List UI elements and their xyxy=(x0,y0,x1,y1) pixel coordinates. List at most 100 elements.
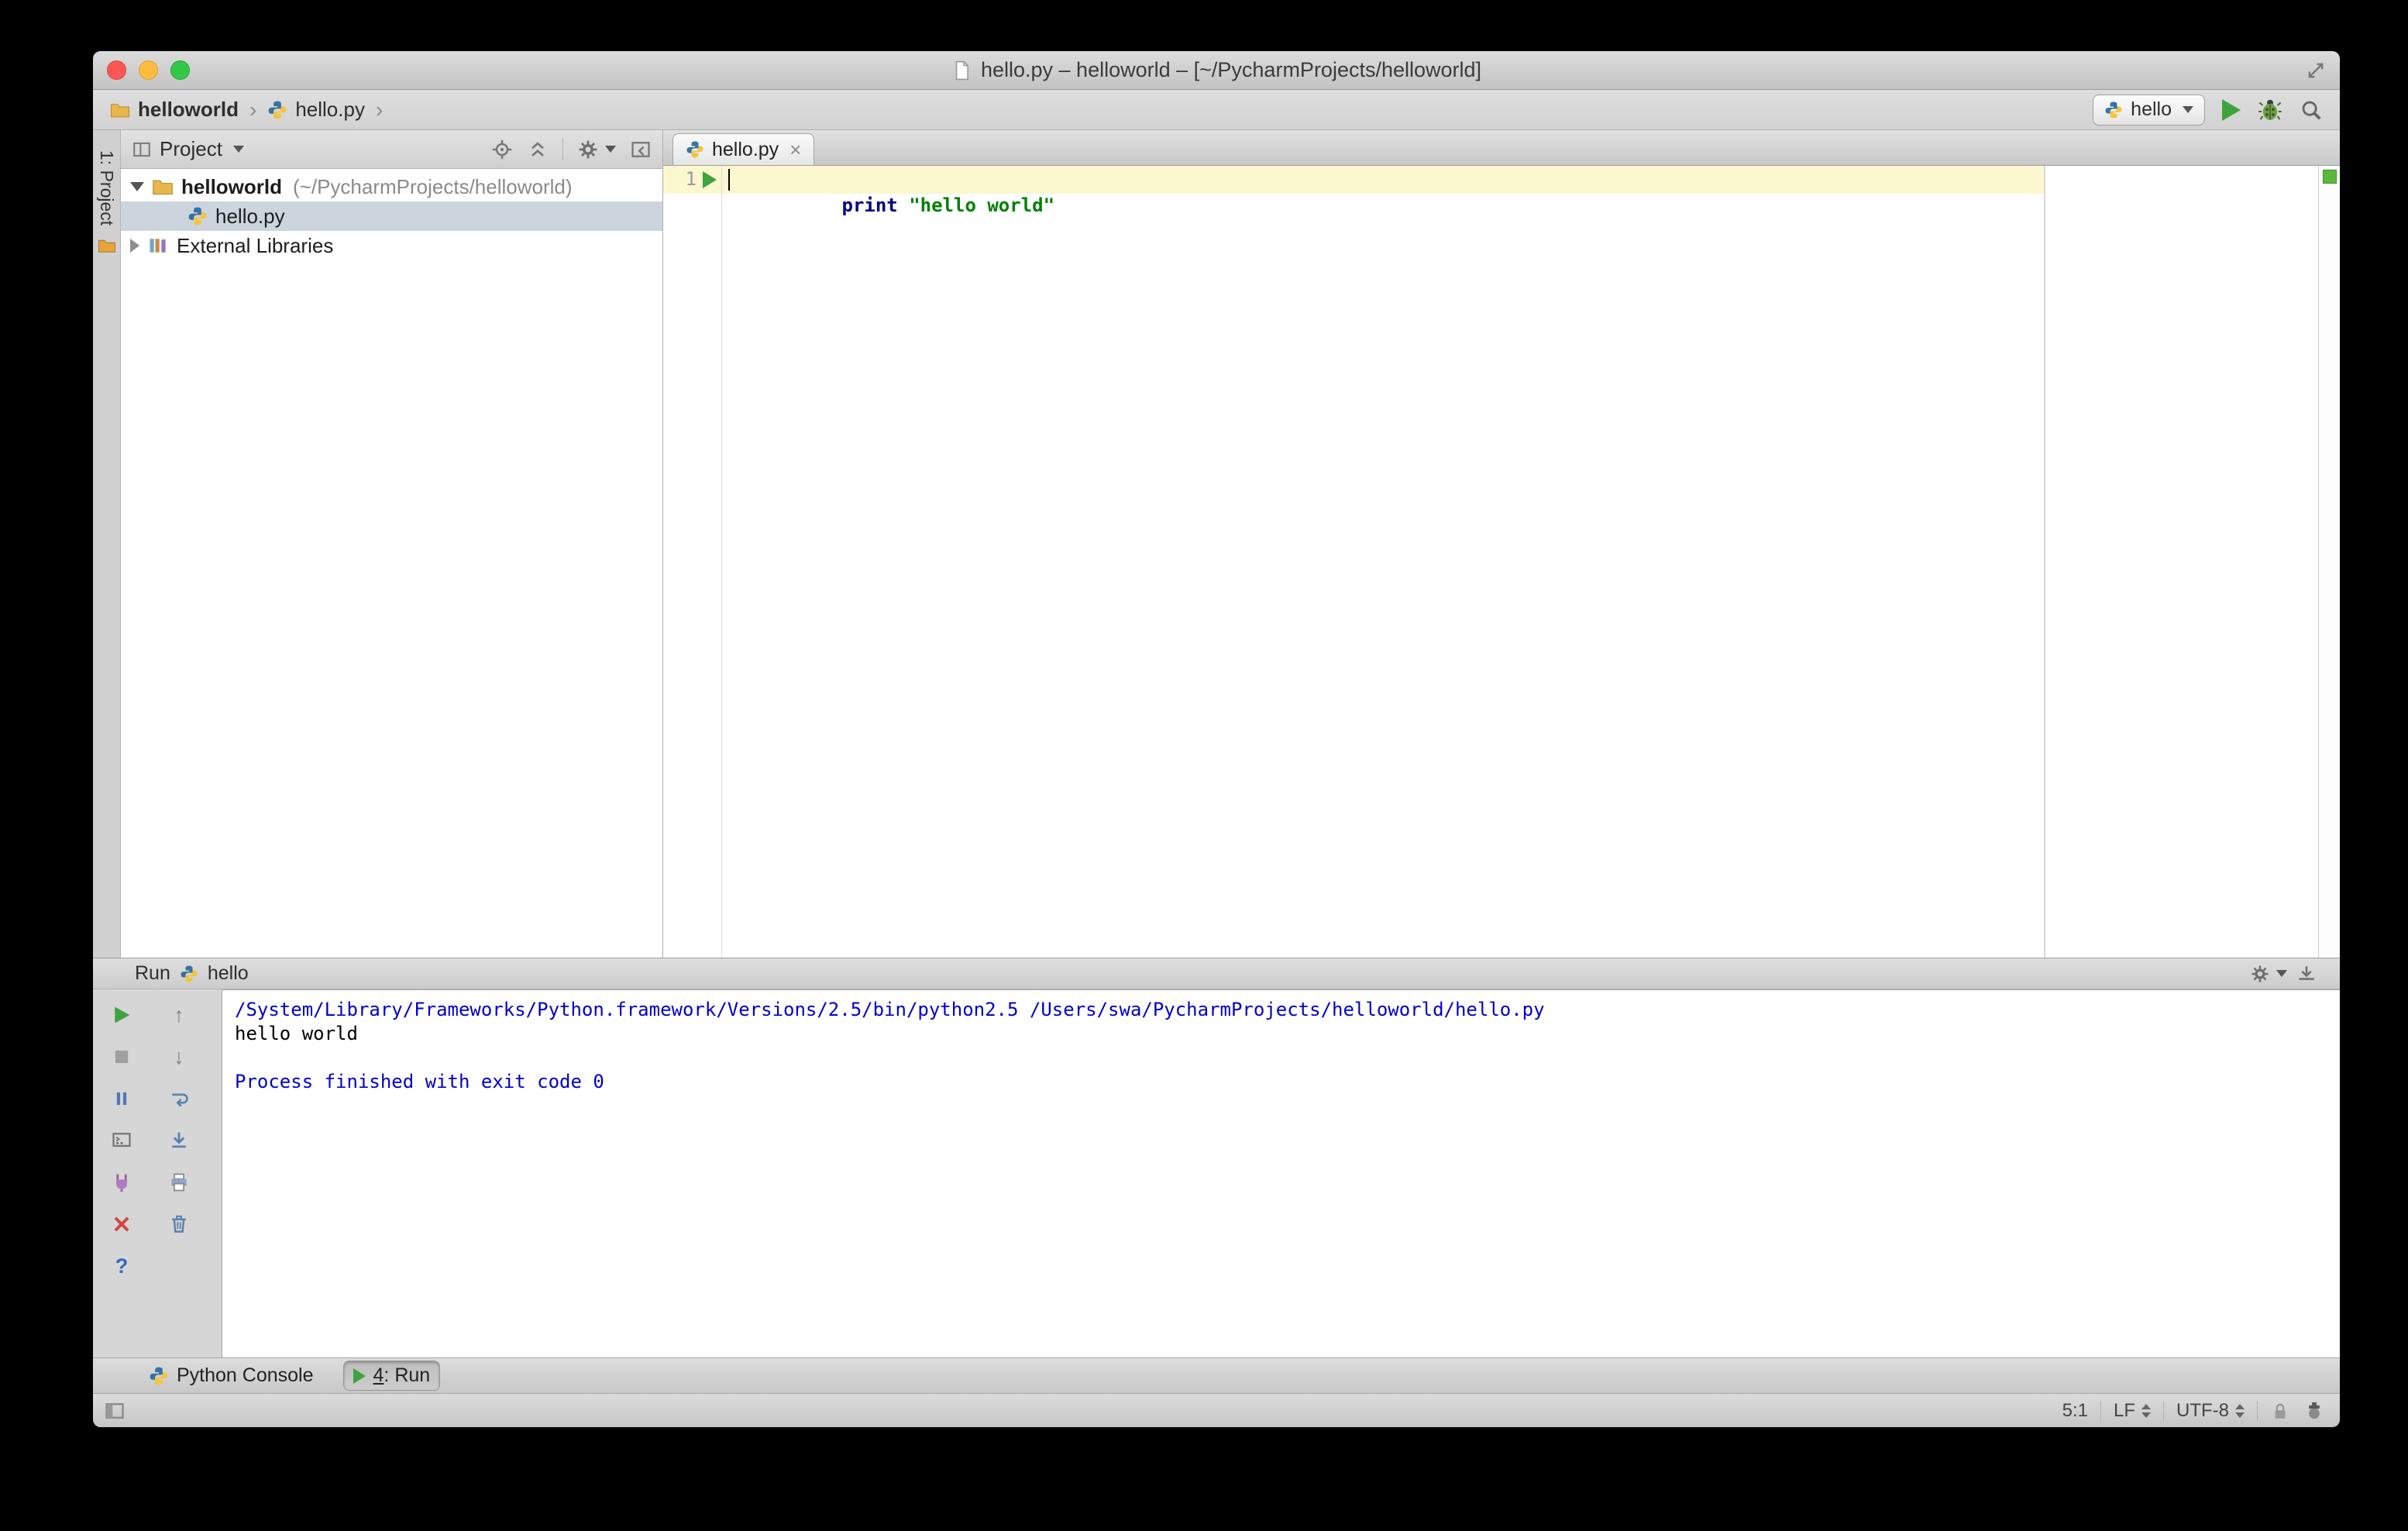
help-button[interactable]: ? xyxy=(108,1253,135,1279)
project-panel-header: Project xyxy=(121,130,662,169)
run-configuration-label: hello xyxy=(2131,98,2172,120)
close-tab-icon[interactable]: × xyxy=(789,138,801,162)
spinner-arrows-icon xyxy=(2235,1403,2245,1418)
chevron-down-icon xyxy=(2183,106,2193,113)
project-view-select[interactable]: Project xyxy=(160,137,222,161)
breadcrumb-file[interactable]: hello.py xyxy=(267,98,365,122)
debug-button[interactable] xyxy=(2258,98,2282,122)
collapse-all-button[interactable] xyxy=(527,139,549,160)
divider xyxy=(2257,1400,2258,1421)
show-command-line-button[interactable] xyxy=(108,1127,135,1154)
zoom-window-button[interactable] xyxy=(170,60,190,80)
lock-icon[interactable] xyxy=(2270,1401,2290,1421)
python-file-icon xyxy=(188,207,207,225)
chevron-right-icon: › xyxy=(375,97,384,122)
inspection-ok-indicator xyxy=(2322,170,2337,184)
locate-button[interactable] xyxy=(491,139,513,160)
python-console-button[interactable]: Python Console xyxy=(139,1361,323,1390)
run-configuration-select[interactable]: hello xyxy=(2093,94,2205,126)
chevron-down-icon xyxy=(232,146,244,153)
run-tab-mnemonic: 4 xyxy=(373,1364,384,1386)
code-keyword: print xyxy=(841,194,898,216)
folder-icon xyxy=(153,180,173,195)
chevron-down-icon xyxy=(605,146,616,153)
tool-window-toggle-button[interactable] xyxy=(104,1400,126,1422)
error-stripe[interactable] xyxy=(2318,166,2340,958)
divider xyxy=(562,138,563,160)
library-icon xyxy=(150,239,166,253)
rerun-button[interactable] xyxy=(108,1002,135,1028)
code-area[interactable]: print "hello world" xyxy=(722,166,2318,958)
window-title: hello.py – helloworld – [~/PycharmProjec… xyxy=(980,58,1482,81)
dock-panel-button[interactable] xyxy=(2296,964,2317,984)
project-tree: helloworld (~/PycharmProjects/helloworld… xyxy=(121,169,662,958)
close-button[interactable] xyxy=(108,1211,135,1237)
caret-position-widget[interactable]: 5:1 xyxy=(2062,1400,2088,1422)
hide-panel-button[interactable] xyxy=(630,139,652,160)
python-file-icon xyxy=(686,141,703,158)
settings-gear-icon[interactable] xyxy=(577,139,599,160)
line-separator-widget[interactable]: LF xyxy=(2114,1400,2151,1422)
console-line: /System/Library/Frameworks/Python.framew… xyxy=(235,999,1545,1020)
expand-arrow-icon[interactable] xyxy=(130,239,139,253)
scroll-to-end-button[interactable] xyxy=(166,1127,192,1154)
project-tool-window-icon[interactable] xyxy=(98,236,116,255)
python-icon xyxy=(150,1367,168,1385)
print-button[interactable] xyxy=(166,1169,192,1196)
editor-gutter: 1 xyxy=(663,166,722,958)
run-tab-label: : Run xyxy=(384,1364,431,1386)
attach-console-button[interactable] xyxy=(108,1169,135,1196)
search-everywhere-button[interactable] xyxy=(2300,98,2323,122)
minimize-window-button[interactable] xyxy=(139,60,158,80)
soft-wrap-button[interactable] xyxy=(166,1085,192,1112)
editor-tab-hello-py[interactable]: hello.py × xyxy=(673,133,815,165)
up-stack-trace-button[interactable]: ↑ xyxy=(166,1002,192,1028)
pause-output-button[interactable] xyxy=(108,1085,135,1112)
document-icon xyxy=(955,60,968,80)
tree-file-label: hello.py xyxy=(215,204,285,228)
main-area: 1: Project Project helloworld (~/Pycharm… xyxy=(93,130,2340,958)
console-line: Process finished with exit code 0 xyxy=(235,1071,604,1092)
tool-window-stripe: 1: Project xyxy=(93,130,121,958)
tree-libraries-label: External Libraries xyxy=(177,233,334,257)
run-button[interactable] xyxy=(2222,98,2241,121)
down-stack-trace-button[interactable]: ↓ xyxy=(166,1044,192,1070)
run-line-marker-icon[interactable] xyxy=(703,171,717,188)
run-panel-title: Run xyxy=(135,962,170,984)
console-output[interactable]: /System/Library/Frameworks/Python.framew… xyxy=(222,989,2340,1357)
tree-row-project-root[interactable]: helloworld (~/PycharmProjects/helloworld… xyxy=(121,172,662,201)
run-panel-body: ? ↑ ↓ /System/Library/Frameworks/Python.… xyxy=(93,989,2340,1357)
breadcrumb-project[interactable]: helloworld xyxy=(110,98,239,122)
run-toolbar: ? ↑ ↓ xyxy=(93,989,222,1357)
breadcrumb: helloworld › hello.py › xyxy=(110,98,384,122)
python-file-icon xyxy=(268,101,287,119)
project-stripe-button[interactable]: 1: Project xyxy=(96,150,117,225)
spinner-arrows-icon xyxy=(2141,1403,2151,1418)
tree-row-external-libraries[interactable]: External Libraries xyxy=(121,231,662,260)
run-panel-header: Run hello xyxy=(93,958,2340,989)
editor-tab-bar: hello.py × xyxy=(663,130,2340,166)
tree-root-path: (~/PycharmProjects/helloworld) xyxy=(293,174,573,198)
stop-button[interactable] xyxy=(108,1044,135,1070)
editor-column: hello.py × 1 print "hello world" xyxy=(663,130,2340,958)
editor[interactable]: 1 print "hello world" xyxy=(663,166,2340,958)
tree-root-label: helloworld xyxy=(181,174,282,198)
run-tab-button[interactable]: 4: Run xyxy=(342,1361,441,1391)
titlebar[interactable]: hello.py – helloworld – [~/PycharmProjec… xyxy=(93,51,2340,90)
collapse-arrow-icon[interactable] xyxy=(130,182,144,191)
tree-row-hello-py[interactable]: hello.py xyxy=(121,201,662,231)
text-caret xyxy=(728,169,730,191)
encoding-widget[interactable]: UTF-8 xyxy=(2176,1400,2245,1422)
navigation-bar: helloworld › hello.py › hello xyxy=(93,90,2340,130)
divider xyxy=(2100,1400,2101,1421)
fullscreen-icon[interactable] xyxy=(2306,60,2326,81)
settings-gear-icon[interactable] xyxy=(2250,964,2270,984)
console-line: hello world xyxy=(235,1023,358,1044)
inspections-profile-icon[interactable] xyxy=(2304,1401,2324,1421)
pycharm-window: hello.py – helloworld – [~/PycharmProjec… xyxy=(93,51,2340,1427)
close-window-button[interactable] xyxy=(107,60,126,80)
chevron-right-icon: › xyxy=(249,97,257,122)
python-icon xyxy=(2105,101,2122,118)
clear-all-button[interactable] xyxy=(166,1211,192,1237)
